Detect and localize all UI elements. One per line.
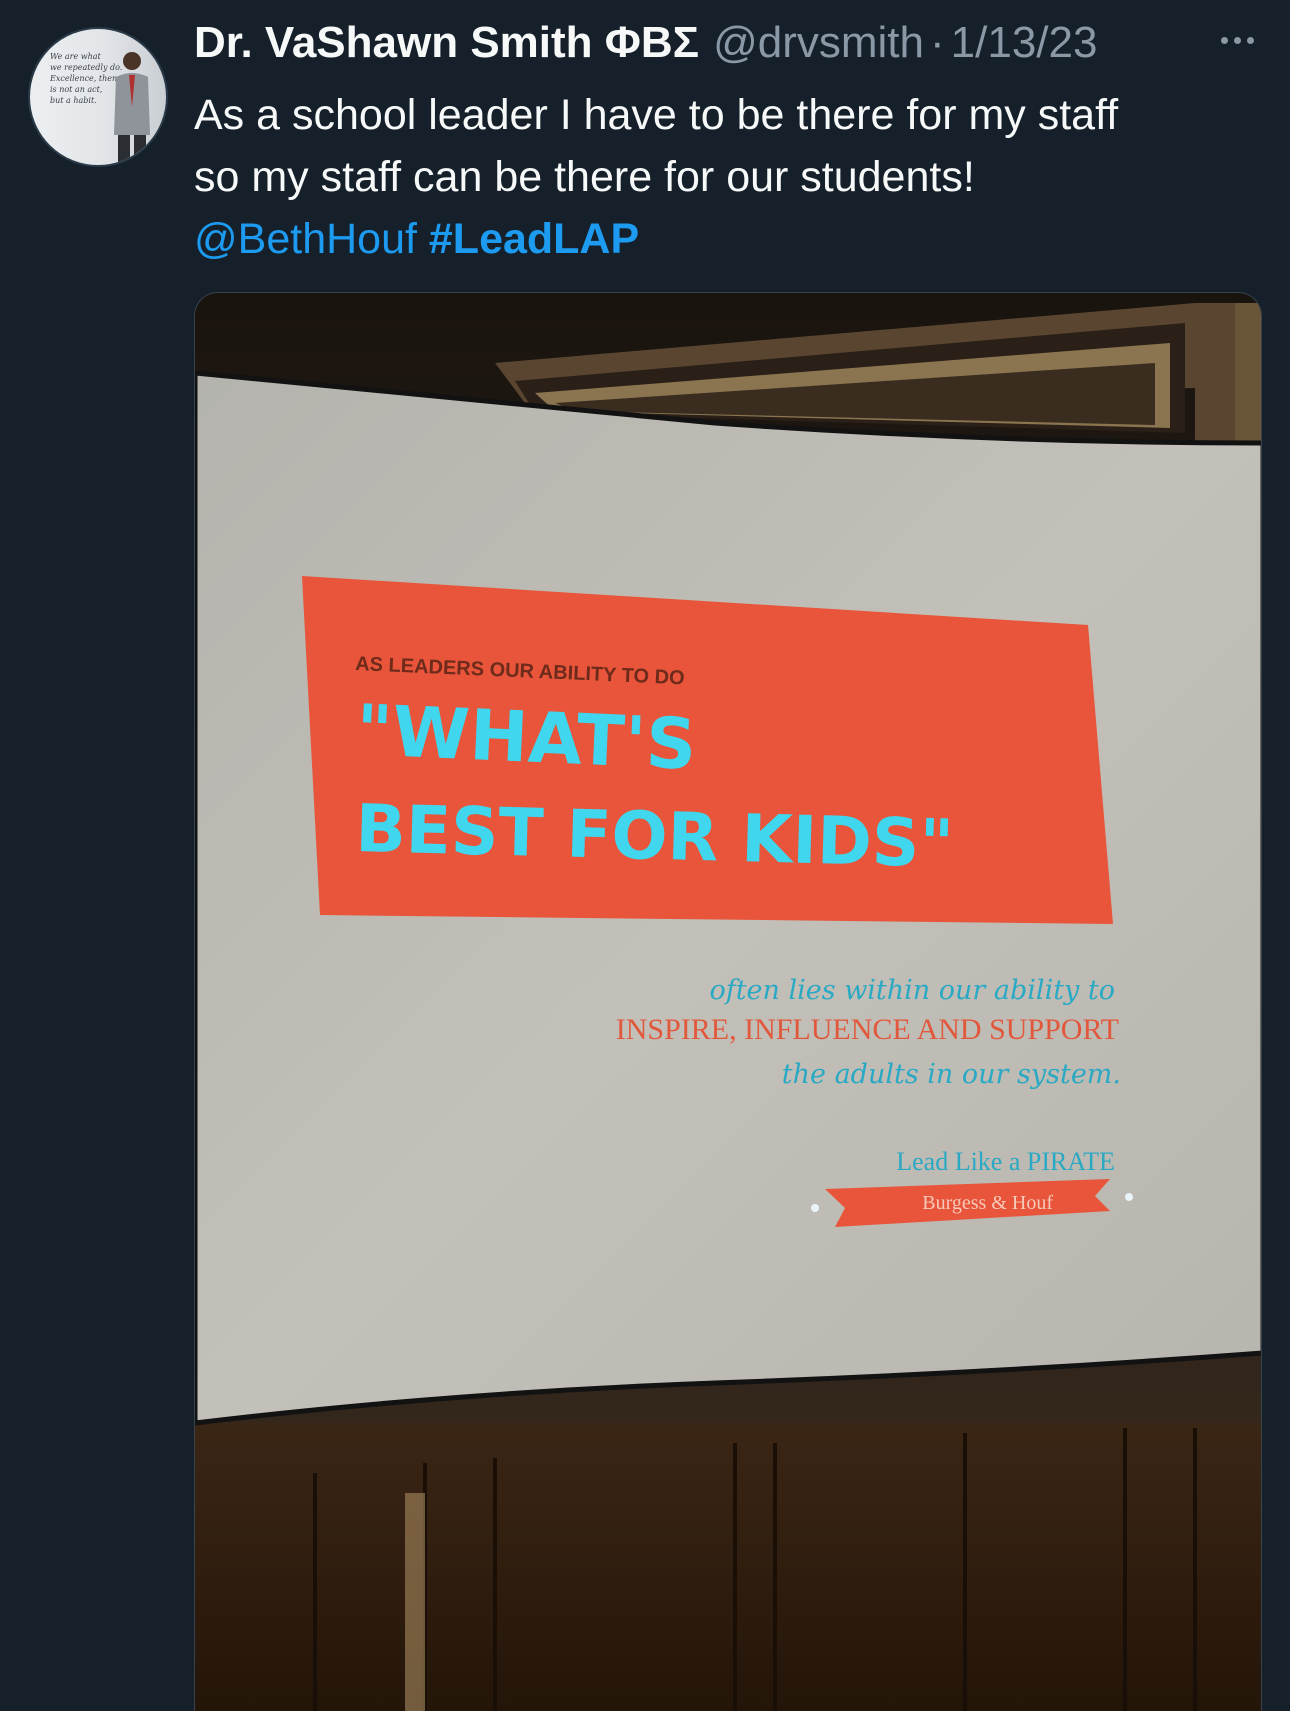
slide-photo: AS LEADERS OUR ABILITY TO DO "WHAT'S BES…	[195, 293, 1261, 1711]
hashtag-link[interactable]: #LeadLAP	[429, 215, 639, 263]
slide-sub-line2: INSPIRE, INFLUENCE AND SUPPORT	[616, 1013, 1119, 1046]
slide-book-authors: Burgess & Houf	[922, 1192, 1053, 1214]
tweet[interactable]: We are what we repeatedly do. Excellence…	[0, 0, 1290, 1711]
tweet-tags-line: @BethHouf #LeadLAP	[194, 208, 1254, 270]
avatar[interactable]: We are what we repeatedly do. Excellence…	[28, 27, 168, 167]
tweet-text: As a school leader I have to be there fo…	[194, 84, 1254, 270]
slide-book-title: Lead Like a PIRATE	[896, 1147, 1115, 1176]
mention-link[interactable]: @BethHouf	[194, 215, 417, 263]
author-name[interactable]: Dr. VaShawn Smith ΦΒΣ	[194, 18, 699, 68]
avatar-person-figure	[114, 52, 150, 165]
ribbon-dot-left	[811, 1204, 819, 1212]
header-separator: ·	[930, 18, 945, 67]
tweet-photo[interactable]: AS LEADERS OUR ABILITY TO DO "WHAT'S BES…	[194, 292, 1262, 1711]
tweet-text-line: so my staff can be there for our student…	[194, 153, 975, 201]
ellipsis-icon[interactable]	[1212, 22, 1262, 58]
stage-post	[405, 1493, 425, 1711]
slide-sub-line1: often lies within our ability to	[709, 975, 1115, 1006]
stage-bottom	[195, 1423, 1261, 1711]
author-handle[interactable]: @drvsmith	[713, 18, 924, 68]
tweet-text-line: As a school leader I have to be there fo…	[194, 91, 1119, 139]
ribbon-dot-right	[1125, 1193, 1133, 1201]
tweet-date[interactable]: 1/13/23	[951, 18, 1098, 68]
slide-headline-line2: BEST FOR KIDS"	[355, 790, 955, 883]
slide-sub-line3: the adults in our system.	[782, 1059, 1121, 1090]
tweet-header: Dr. VaShawn Smith ΦΒΣ @drvsmith · 1/13/2…	[194, 18, 1097, 74]
slide-headline-line1: "WHAT'S	[354, 689, 698, 786]
